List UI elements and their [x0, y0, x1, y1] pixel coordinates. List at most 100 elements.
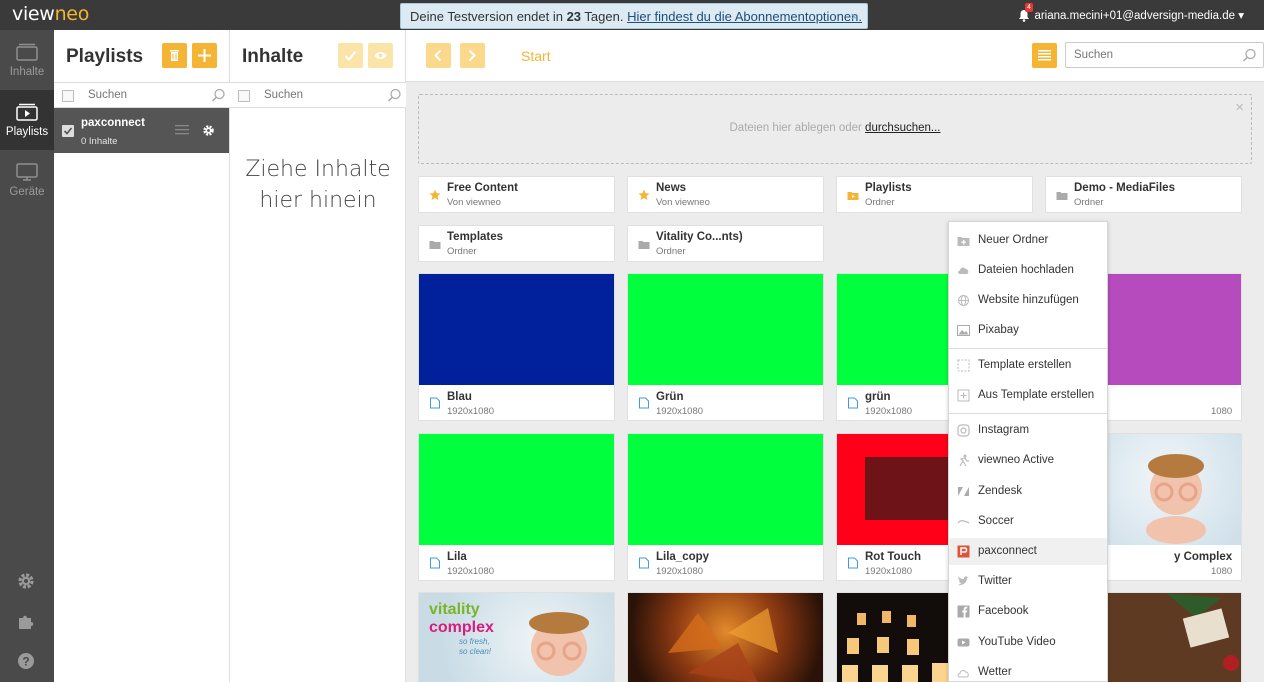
folder-item[interactable]: Templates Ordner: [418, 225, 615, 262]
tile-resolution: 1920x1080: [865, 406, 913, 417]
nav-label: Inhalte: [9, 66, 45, 78]
subscription-options-link[interactable]: Hier findest du die Abonnementoptionen.: [627, 9, 862, 24]
search-icon: [211, 88, 225, 102]
inhalte-search-input[interactable]: [264, 86, 384, 104]
menu-item-twitter[interactable]: Twitter: [949, 568, 1107, 595]
cloud-upload-icon: [958, 267, 969, 274]
add-playlist-button[interactable]: [192, 43, 217, 68]
folder-sub: Ordner: [656, 246, 686, 257]
menu-separator: [949, 413, 1107, 414]
puzzle-icon[interactable]: [15, 610, 37, 632]
from-template-icon: [957, 389, 970, 402]
browse-link[interactable]: durchsuchen...: [865, 122, 940, 134]
tile-resolution: 1920x1080: [865, 566, 913, 577]
notification-bell-icon[interactable]: 4: [1018, 3, 1033, 22]
list-icon: [1038, 50, 1051, 61]
template-icon: [957, 359, 970, 372]
left-nav: Inhalte Playlists Geräte ?: [0, 30, 54, 682]
preview-button[interactable]: [368, 43, 393, 68]
help-icon[interactable]: ?: [15, 650, 37, 672]
select-all-content-checkbox[interactable]: [238, 90, 250, 102]
menu-item-template-erstellen[interactable]: Template erstellen: [949, 352, 1107, 379]
tile-thumbnail: [419, 434, 614, 545]
drag-handle-icon[interactable]: [175, 125, 189, 135]
delete-playlist-button[interactable]: [162, 43, 187, 68]
trial-text-prefix: Deine Testversion endet in: [410, 9, 567, 24]
media-tile[interactable]: Blau 1920x1080: [418, 273, 615, 421]
tile-resolution: 1920x1080: [447, 566, 495, 577]
back-button[interactable]: [426, 43, 451, 68]
nav-item-inhalte[interactable]: Inhalte: [0, 30, 54, 90]
playlist-checkbox[interactable]: [62, 125, 74, 137]
trial-close-icon[interactable]: ×: [850, 9, 858, 24]
forward-button[interactable]: [460, 43, 485, 68]
menu-item-pixabay[interactable]: Pixabay: [949, 317, 1107, 344]
menu-item-website-hinzufuegen[interactable]: Website hinzufügen: [949, 287, 1107, 314]
settings-gear-icon[interactable]: [15, 570, 37, 592]
tile-thumbnail: [628, 274, 823, 385]
menu-item-paxconnect[interactable]: paxconnect: [949, 538, 1107, 565]
folder-item[interactable]: Free Content Von viewneo: [418, 176, 615, 213]
nav-item-geraete[interactable]: Geräte: [0, 150, 54, 210]
main-search-input[interactable]: [1074, 47, 1234, 63]
new-folder-icon: [957, 237, 970, 246]
menu-item-dateien-hochladen[interactable]: Dateien hochladen: [949, 257, 1107, 284]
menu-item-viewneo-active[interactable]: viewneo Active: [949, 447, 1107, 474]
menu-item-zendesk[interactable]: Zendesk: [949, 478, 1107, 505]
folder-icon: [429, 241, 441, 249]
menu-item-youtube-video[interactable]: YouTube Video: [949, 629, 1107, 656]
playlist-item[interactable]: paxconnect 0 Inhalte: [54, 108, 229, 153]
tile-thumbnail: [628, 593, 823, 682]
star-icon: [429, 189, 441, 200]
tile-name: y Complex: [1174, 551, 1233, 563]
search-icon: [1242, 48, 1256, 62]
folder-name: Vitality Co...nts): [656, 231, 743, 243]
user-menu[interactable]: ariana.mecini+01@adversign-media.de ▾: [1034, 8, 1244, 22]
paxconnect-icon: [957, 545, 970, 558]
menu-item-wetter[interactable]: Wetter: [949, 659, 1107, 681]
star-icon: [638, 189, 650, 200]
playlists-search-row: [54, 82, 230, 108]
folder-name: Playlists: [865, 182, 912, 194]
folder-name: Free Content: [447, 182, 518, 194]
select-all-playlists-checkbox[interactable]: [62, 90, 74, 102]
folder-item[interactable]: Demo - MediaFiles Ordner: [1045, 176, 1242, 213]
folder-item[interactable]: News Von viewneo: [627, 176, 824, 213]
main-area: Start Dateien hier ablegen oder durchsuc…: [406, 30, 1264, 682]
upload-dropzone[interactable]: Dateien hier ablegen oder durchsuchen...…: [418, 94, 1252, 164]
confirm-button[interactable]: [338, 43, 363, 68]
tile-resolution: 1920x1080: [447, 406, 495, 417]
media-tile[interactable]: Lila_copy 1920x1080: [627, 433, 824, 581]
tile-name: Grün: [656, 391, 684, 403]
media-tile[interactable]: Grün 1920x1080: [627, 273, 824, 421]
tile-thumbnail: [419, 274, 614, 385]
tile-resolution: 1920x1080: [656, 406, 704, 417]
playlist-settings-gear-icon[interactable]: [202, 124, 215, 137]
breadcrumb[interactable]: Start: [521, 48, 551, 64]
media-tile[interactable]: [627, 592, 824, 682]
nav-item-playlists[interactable]: Playlists: [0, 90, 54, 150]
dropzone-close-icon[interactable]: ×: [1235, 99, 1244, 116]
trash-icon: [170, 50, 179, 61]
folder-name: Demo - MediaFiles: [1074, 182, 1175, 194]
menu-item-neuer-ordner[interactable]: Neuer Ordner: [949, 227, 1107, 254]
menu-separator: [949, 348, 1107, 349]
folder-item[interactable]: Playlists Ordner: [836, 176, 1033, 213]
viewneo-logo[interactable]: viewneo: [12, 3, 89, 25]
media-tile[interactable]: Lila 1920x1080: [418, 433, 615, 581]
playlist-folder-icon: [847, 192, 859, 200]
instagram-icon: [957, 424, 970, 437]
chevron-right-icon: [468, 49, 476, 62]
folder-item[interactable]: Vitality Co...nts) Ordner: [627, 225, 824, 262]
folder-icon: [638, 241, 650, 249]
list-view-button[interactable]: [1032, 43, 1057, 68]
menu-item-aus-template-erstellen[interactable]: Aus Template erstellen: [949, 382, 1107, 409]
playlists-search-input[interactable]: [88, 86, 208, 104]
folder-sub: Ordner: [865, 197, 895, 208]
media-tile[interactable]: vitality complex so fresh, so clean!: [418, 592, 615, 682]
menu-item-soccer[interactable]: Soccer: [949, 508, 1107, 535]
content-icon: [16, 43, 38, 61]
menu-item-facebook[interactable]: Facebook: [949, 598, 1107, 625]
menu-item-instagram[interactable]: Instagram: [949, 417, 1107, 444]
file-icon: [430, 397, 440, 409]
